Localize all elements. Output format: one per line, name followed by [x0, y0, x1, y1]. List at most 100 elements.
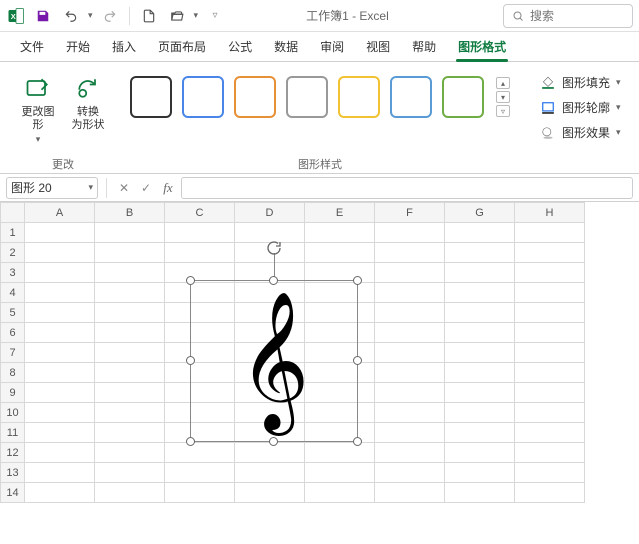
col-header[interactable]: C [165, 203, 235, 223]
row-header[interactable]: 6 [1, 323, 25, 343]
cell[interactable] [95, 243, 165, 263]
cell[interactable] [445, 403, 515, 423]
style-preset-6[interactable] [390, 76, 432, 118]
cell[interactable] [95, 263, 165, 283]
tab-shape-format[interactable]: 图形格式 [448, 32, 516, 61]
tab-file[interactable]: 文件 [10, 32, 54, 61]
cell[interactable] [95, 483, 165, 503]
cell[interactable] [25, 423, 95, 443]
open-file-button[interactable] [166, 5, 188, 27]
cell[interactable] [515, 363, 585, 383]
col-header[interactable]: G [445, 203, 515, 223]
cell[interactable] [235, 483, 305, 503]
cell[interactable] [95, 423, 165, 443]
tab-home[interactable]: 开始 [56, 32, 100, 61]
cell[interactable] [445, 423, 515, 443]
cell[interactable] [25, 443, 95, 463]
cell[interactable] [375, 303, 445, 323]
tab-pagelayout[interactable]: 页面布局 [148, 32, 216, 61]
tab-help[interactable]: 帮助 [402, 32, 446, 61]
cell[interactable] [445, 323, 515, 343]
cell[interactable] [165, 443, 235, 463]
cell[interactable] [445, 343, 515, 363]
style-preset-4[interactable] [286, 76, 328, 118]
cell[interactable] [95, 403, 165, 423]
gallery-down-button[interactable]: ▾ [496, 91, 510, 103]
cell[interactable] [25, 223, 95, 243]
change-shape-button[interactable]: 更改图 形 ▾ [16, 68, 60, 149]
cell[interactable] [375, 363, 445, 383]
cell[interactable] [95, 323, 165, 343]
cell[interactable] [305, 223, 375, 243]
cell[interactable] [95, 223, 165, 243]
cell[interactable] [25, 363, 95, 383]
accept-formula-button[interactable]: ✓ [137, 179, 155, 197]
cell[interactable] [515, 223, 585, 243]
style-preset-5[interactable] [338, 76, 380, 118]
tab-review[interactable]: 审阅 [310, 32, 354, 61]
cell[interactable] [25, 343, 95, 363]
cell[interactable] [445, 263, 515, 283]
search-input[interactable] [530, 9, 620, 23]
cell[interactable] [515, 403, 585, 423]
cell[interactable] [515, 323, 585, 343]
row-header[interactable]: 10 [1, 403, 25, 423]
cancel-formula-button[interactable]: ✕ [115, 179, 133, 197]
new-file-button[interactable] [138, 5, 160, 27]
style-preset-1[interactable] [130, 76, 172, 118]
col-header[interactable]: D [235, 203, 305, 223]
treble-clef-shape[interactable]: 𝄞 [239, 301, 310, 421]
resize-handle-nw[interactable] [186, 276, 195, 285]
resize-handle-sw[interactable] [186, 437, 195, 446]
style-preset-7[interactable] [442, 76, 484, 118]
cell[interactable] [445, 383, 515, 403]
resize-handle-ne[interactable] [353, 276, 362, 285]
cell[interactable] [445, 283, 515, 303]
row-header[interactable]: 11 [1, 423, 25, 443]
cell[interactable] [25, 383, 95, 403]
open-dropdown-icon[interactable]: ▾ [194, 10, 199, 21]
col-header[interactable]: E [305, 203, 375, 223]
col-header[interactable]: B [95, 203, 165, 223]
rotation-handle[interactable] [265, 239, 283, 257]
cell[interactable] [445, 363, 515, 383]
cell[interactable] [25, 483, 95, 503]
cell[interactable] [305, 443, 375, 463]
cell[interactable] [515, 443, 585, 463]
gallery-more-button[interactable]: ▿ [496, 105, 510, 117]
row-header[interactable]: 4 [1, 283, 25, 303]
cell[interactable] [515, 383, 585, 403]
cell[interactable] [375, 323, 445, 343]
cell[interactable] [95, 343, 165, 363]
resize-handle-w[interactable] [186, 356, 195, 365]
resize-handle-e[interactable] [353, 356, 362, 365]
cell[interactable] [95, 283, 165, 303]
cell[interactable] [25, 403, 95, 423]
chevron-down-icon[interactable]: ▾ [88, 182, 93, 193]
formula-input[interactable] [181, 177, 633, 199]
shape-fill-button[interactable]: 图形填充 ▾ [536, 72, 625, 93]
resize-handle-s[interactable] [269, 437, 278, 446]
cell[interactable] [445, 243, 515, 263]
cell[interactable] [25, 263, 95, 283]
row-header[interactable]: 14 [1, 483, 25, 503]
cell[interactable] [235, 443, 305, 463]
gallery-up-button[interactable]: ▴ [496, 77, 510, 89]
cell[interactable] [375, 283, 445, 303]
row-header[interactable]: 3 [1, 263, 25, 283]
resize-handle-se[interactable] [353, 437, 362, 446]
qat-customize-button[interactable]: ▿ [204, 5, 226, 27]
row-header[interactable]: 9 [1, 383, 25, 403]
cell[interactable] [165, 483, 235, 503]
cell[interactable] [375, 243, 445, 263]
cell[interactable] [375, 483, 445, 503]
cell[interactable] [445, 483, 515, 503]
undo-dropdown-icon[interactable]: ▾ [88, 10, 93, 21]
cell[interactable] [375, 223, 445, 243]
cell[interactable] [235, 463, 305, 483]
cell[interactable] [515, 303, 585, 323]
cell[interactable] [95, 303, 165, 323]
cell[interactable] [375, 263, 445, 283]
row-header[interactable]: 12 [1, 443, 25, 463]
cell[interactable] [165, 223, 235, 243]
